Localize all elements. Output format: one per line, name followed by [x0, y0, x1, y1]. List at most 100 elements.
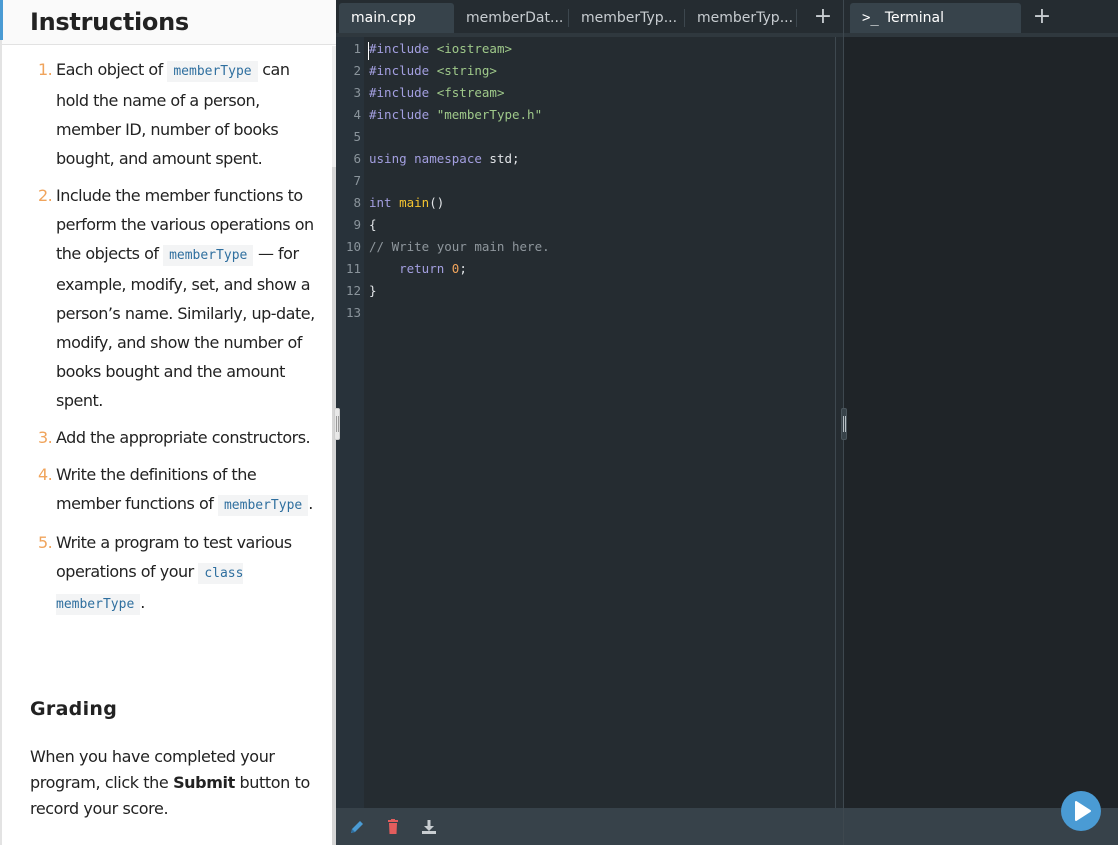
- terminal-prompt-icon: >_: [862, 10, 879, 26]
- line-number: 10: [345, 239, 361, 254]
- grading-text: When you have completed your program, cl…: [30, 744, 320, 822]
- line-number: 8: [353, 195, 361, 210]
- instruction-item: 2. Include the member functions to perfor…: [38, 181, 318, 415]
- add-file-tab-button[interactable]: +: [809, 3, 837, 33]
- instruction-number: 2.: [38, 186, 53, 205]
- code-token: #include: [369, 63, 437, 78]
- header-accent-bar: [0, 0, 3, 40]
- editor-tab-label: memberTyp...: [581, 10, 678, 26]
- instruction-number: 1.: [38, 60, 53, 79]
- code-token: }: [369, 283, 377, 298]
- code-line: #include "memberType.h": [369, 107, 542, 122]
- instruction-number: 5.: [38, 533, 53, 552]
- pencil-icon[interactable]: [348, 818, 366, 836]
- code-token: <string>: [436, 63, 497, 78]
- editor-terminal-resize-handle[interactable]: [841, 408, 847, 440]
- code-token: #include: [369, 41, 437, 56]
- play-icon: [1075, 801, 1091, 821]
- terminal-output[interactable]: [844, 37, 1118, 808]
- add-terminal-button[interactable]: +: [1028, 3, 1056, 33]
- line-number: 1: [353, 41, 361, 56]
- code-editor[interactable]: #include <iostream> #include <string> #inc…: [364, 37, 836, 808]
- code-token: int: [369, 195, 400, 210]
- code-line: {: [369, 217, 377, 232]
- editor-footer-toolbar: [336, 808, 843, 845]
- instruction-number: 3.: [38, 428, 53, 447]
- instructions-title: Instructions: [30, 8, 189, 36]
- code-line: int main(): [369, 195, 444, 210]
- tab-separator: [796, 9, 797, 27]
- grading-title: Grading: [30, 698, 118, 720]
- line-number: 13: [345, 305, 361, 320]
- download-icon[interactable]: [420, 818, 438, 836]
- code-editor-pane: main.cpp memberDat... memberTyp... memberTy…: [336, 0, 843, 845]
- code-line: #include <iostream>: [369, 41, 512, 56]
- grading-submit-bold: Submit: [173, 773, 235, 792]
- instruction-text-after: — for example, modify, set, and show a p…: [56, 244, 315, 410]
- instruction-item: 4. Write the definitions of the member fu…: [38, 460, 318, 520]
- instruction-text: Each object of: [56, 60, 168, 79]
- inline-code: memberType: [163, 245, 254, 266]
- editor-tab[interactable]: memberTyp...: [569, 3, 685, 33]
- instructions-list: 1. Each object of memberType can hold the…: [38, 55, 318, 627]
- instruction-item: 1. Each object of memberType can hold the…: [38, 55, 318, 173]
- code-token: std;: [489, 151, 520, 166]
- code-line: #include <fstream>: [369, 85, 504, 100]
- code-line: // Write your main here.: [369, 239, 550, 254]
- code-token: ;: [459, 261, 467, 276]
- code-token: #include: [369, 107, 437, 122]
- code-token: // Write your main here.: [369, 239, 550, 254]
- text-cursor: [368, 42, 369, 60]
- run-button[interactable]: [1061, 791, 1101, 831]
- line-number: 12: [345, 283, 361, 298]
- line-number-gutter: 1 2 3 4 5 6 7 8 9 10 11 12 13: [336, 37, 364, 808]
- inline-code: memberType: [217, 495, 309, 516]
- line-number: 7: [353, 173, 361, 188]
- line-number: 5: [353, 129, 361, 144]
- line-number: 3: [353, 85, 361, 100]
- code-token: {: [369, 217, 377, 232]
- code-token: #include: [369, 85, 437, 100]
- editor-tab-bar: main.cpp memberDat... memberTyp... memberTy…: [336, 0, 843, 37]
- line-number: 2: [353, 63, 361, 78]
- line-number: 11: [345, 261, 361, 276]
- editor-margin-line: [835, 37, 836, 808]
- instruction-number: 4.: [38, 465, 53, 484]
- editor-tab-label: memberTyp...: [697, 10, 794, 26]
- line-number: 9: [353, 217, 361, 232]
- instructions-panel: Instructions 1. Each object of memberType…: [0, 0, 338, 845]
- terminal-tab-bar: >_ Terminal +: [844, 0, 1118, 37]
- instruction-text: Add the appropriate constructors.: [56, 428, 311, 447]
- code-token: <fstream>: [436, 85, 505, 100]
- code-token: main: [399, 195, 430, 210]
- instruction-text: Write a program to test various operatio…: [56, 533, 292, 581]
- trash-icon[interactable]: [384, 818, 402, 836]
- instruction-text-after: .: [308, 494, 313, 513]
- code-line: }: [369, 283, 377, 298]
- editor-tab[interactable]: main.cpp: [339, 3, 454, 33]
- code-token: return: [399, 261, 452, 276]
- line-number: 4: [353, 107, 361, 122]
- editor-tab-label: main.cpp: [351, 10, 416, 26]
- code-line: using namespace std;: [369, 151, 520, 166]
- tab-terminal[interactable]: >_ Terminal: [850, 3, 1021, 33]
- code-token: (): [429, 195, 445, 210]
- editor-tab-label: memberDat...: [466, 10, 564, 26]
- inline-code: memberType: [167, 61, 258, 82]
- editor-tab[interactable]: memberTyp...: [685, 3, 797, 33]
- code-line: #include <string>: [369, 63, 497, 78]
- code-token: "memberType.h": [436, 107, 543, 122]
- instructions-header: Instructions: [0, 0, 336, 45]
- instruction-item: 5. Write a program to test various operat…: [38, 528, 318, 619]
- editor-tab[interactable]: memberDat...: [454, 3, 569, 33]
- line-number: 6: [353, 151, 361, 166]
- code-token: <iostream>: [436, 41, 512, 56]
- instruction-item: 3. Add the appropriate constructors.: [38, 423, 318, 452]
- left-pane-resize-handle[interactable]: [334, 408, 340, 440]
- terminal-tab-label: Terminal: [884, 10, 945, 26]
- code-line: return 0;: [369, 261, 467, 276]
- terminal-pane: >_ Terminal +: [843, 0, 1118, 845]
- instruction-text-after: .: [140, 593, 145, 612]
- code-token: using namespace: [369, 151, 490, 166]
